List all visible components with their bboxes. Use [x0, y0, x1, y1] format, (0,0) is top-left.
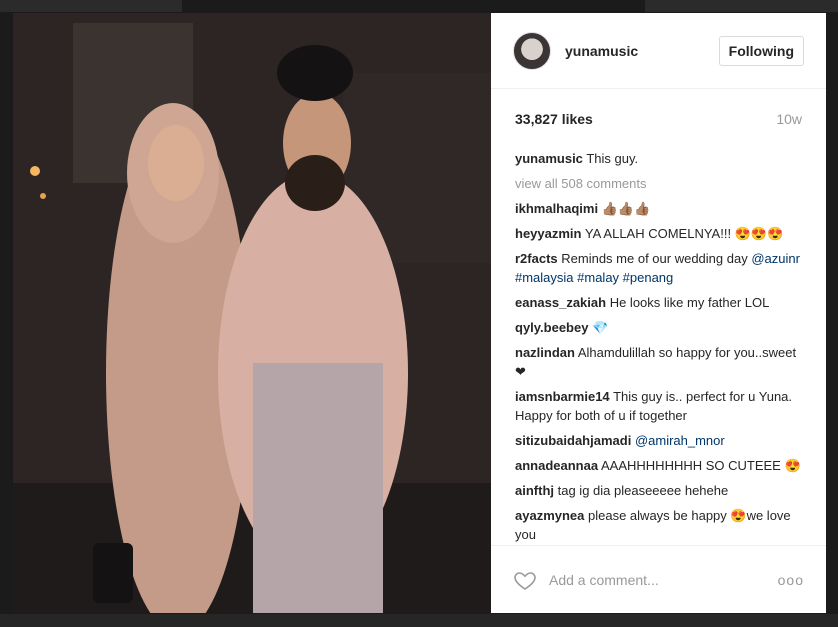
list-item: iamsnbarmie14 This guy is.. perfect for … [515, 387, 802, 425]
list-item: heyyazmin YA ALLAH COMELNYA!!! 😍😍😍 [515, 224, 802, 243]
heart-icon[interactable] [513, 568, 537, 592]
post-header: yunamusic Following [491, 13, 826, 89]
list-item: ainfthj tag ig dia pleaseeeee hehehe [515, 481, 802, 500]
comment-text: 👍🏽👍🏽👍🏽 [601, 201, 651, 216]
background-thumbnail-row [0, 614, 838, 627]
comment-username[interactable]: nazlindan [515, 345, 575, 360]
comment-text: He looks like my father LOL [609, 295, 770, 310]
list-item: nazlindan Alhamdulillah so happy for you… [515, 343, 802, 381]
caption-username[interactable]: yunamusic [515, 151, 583, 166]
comment-username[interactable]: annadeannaa [515, 458, 598, 473]
avatar[interactable] [513, 31, 551, 70]
comment-username[interactable]: heyyazmin [515, 226, 581, 241]
post-details-panel: yunamusic Following 33,827 likes 10w yun… [491, 13, 826, 613]
caption-text: This guy. [586, 151, 639, 166]
likes-count[interactable]: 33,827 likes [515, 111, 593, 127]
comment-username[interactable]: iamsnbarmie14 [515, 389, 610, 404]
following-button[interactable]: Following [718, 35, 804, 66]
post-username[interactable]: yunamusic [565, 43, 719, 59]
view-all-comments-link[interactable]: view all 508 comments [515, 174, 802, 193]
comment-username[interactable]: qyly.beebey [515, 320, 588, 335]
comment-username[interactable]: ayazmynea [515, 508, 584, 523]
list-item: sitizubaidahjamadi @amirah_mnor [515, 431, 802, 450]
post-photo [13, 13, 491, 613]
comment-text: Reminds me of our wedding day [561, 251, 748, 266]
comment-text: AAAHHHHHHHH SO CUTEEE 😍 [601, 458, 801, 473]
list-item: r2facts Reminds me of our wedding day @a… [515, 249, 802, 287]
list-item: ayazmynea please always be happy 😍we lov… [515, 506, 802, 544]
comment-tags[interactable]: @amirah_mnor [635, 433, 725, 448]
post-modal: yunamusic Following 33,827 likes 10w yun… [13, 13, 826, 613]
comment-text: tag ig dia pleaseeeee hehehe [557, 483, 729, 498]
comment-text: YA ALLAH COMELNYA!!! 😍😍😍 [584, 226, 784, 241]
comment-username[interactable]: r2facts [515, 251, 558, 266]
comment-username[interactable]: ikhmalhaqimi [515, 201, 598, 216]
list-item: qyly.beebey 💎 [515, 318, 802, 337]
add-comment-input[interactable]: Add a comment... [549, 572, 778, 588]
comment-text: 💎 [592, 320, 609, 335]
list-item: ikhmalhaqimi 👍🏽👍🏽👍🏽 [515, 199, 802, 218]
comment-username[interactable]: ainfthj [515, 483, 554, 498]
more-options-icon[interactable]: ooo [778, 572, 804, 588]
comment-username[interactable]: sitizubaidahjamadi [515, 433, 631, 448]
caption: yunamusic This guy. [515, 149, 802, 168]
comments-list[interactable]: yunamusic This guy. view all 508 comment… [491, 149, 826, 545]
list-item: annadeannaa AAAHHHHHHHH SO CUTEEE 😍 [515, 456, 802, 475]
post-footer: Add a comment... ooo [491, 545, 826, 613]
list-item: eanass_zakiah He looks like my father LO… [515, 293, 802, 312]
background-thumbnail [645, 0, 838, 12]
comment-username[interactable]: eanass_zakiah [515, 295, 606, 310]
post-stats: 33,827 likes 10w [491, 89, 826, 149]
post-time[interactable]: 10w [776, 111, 802, 127]
background-thumbnail [0, 0, 182, 12]
